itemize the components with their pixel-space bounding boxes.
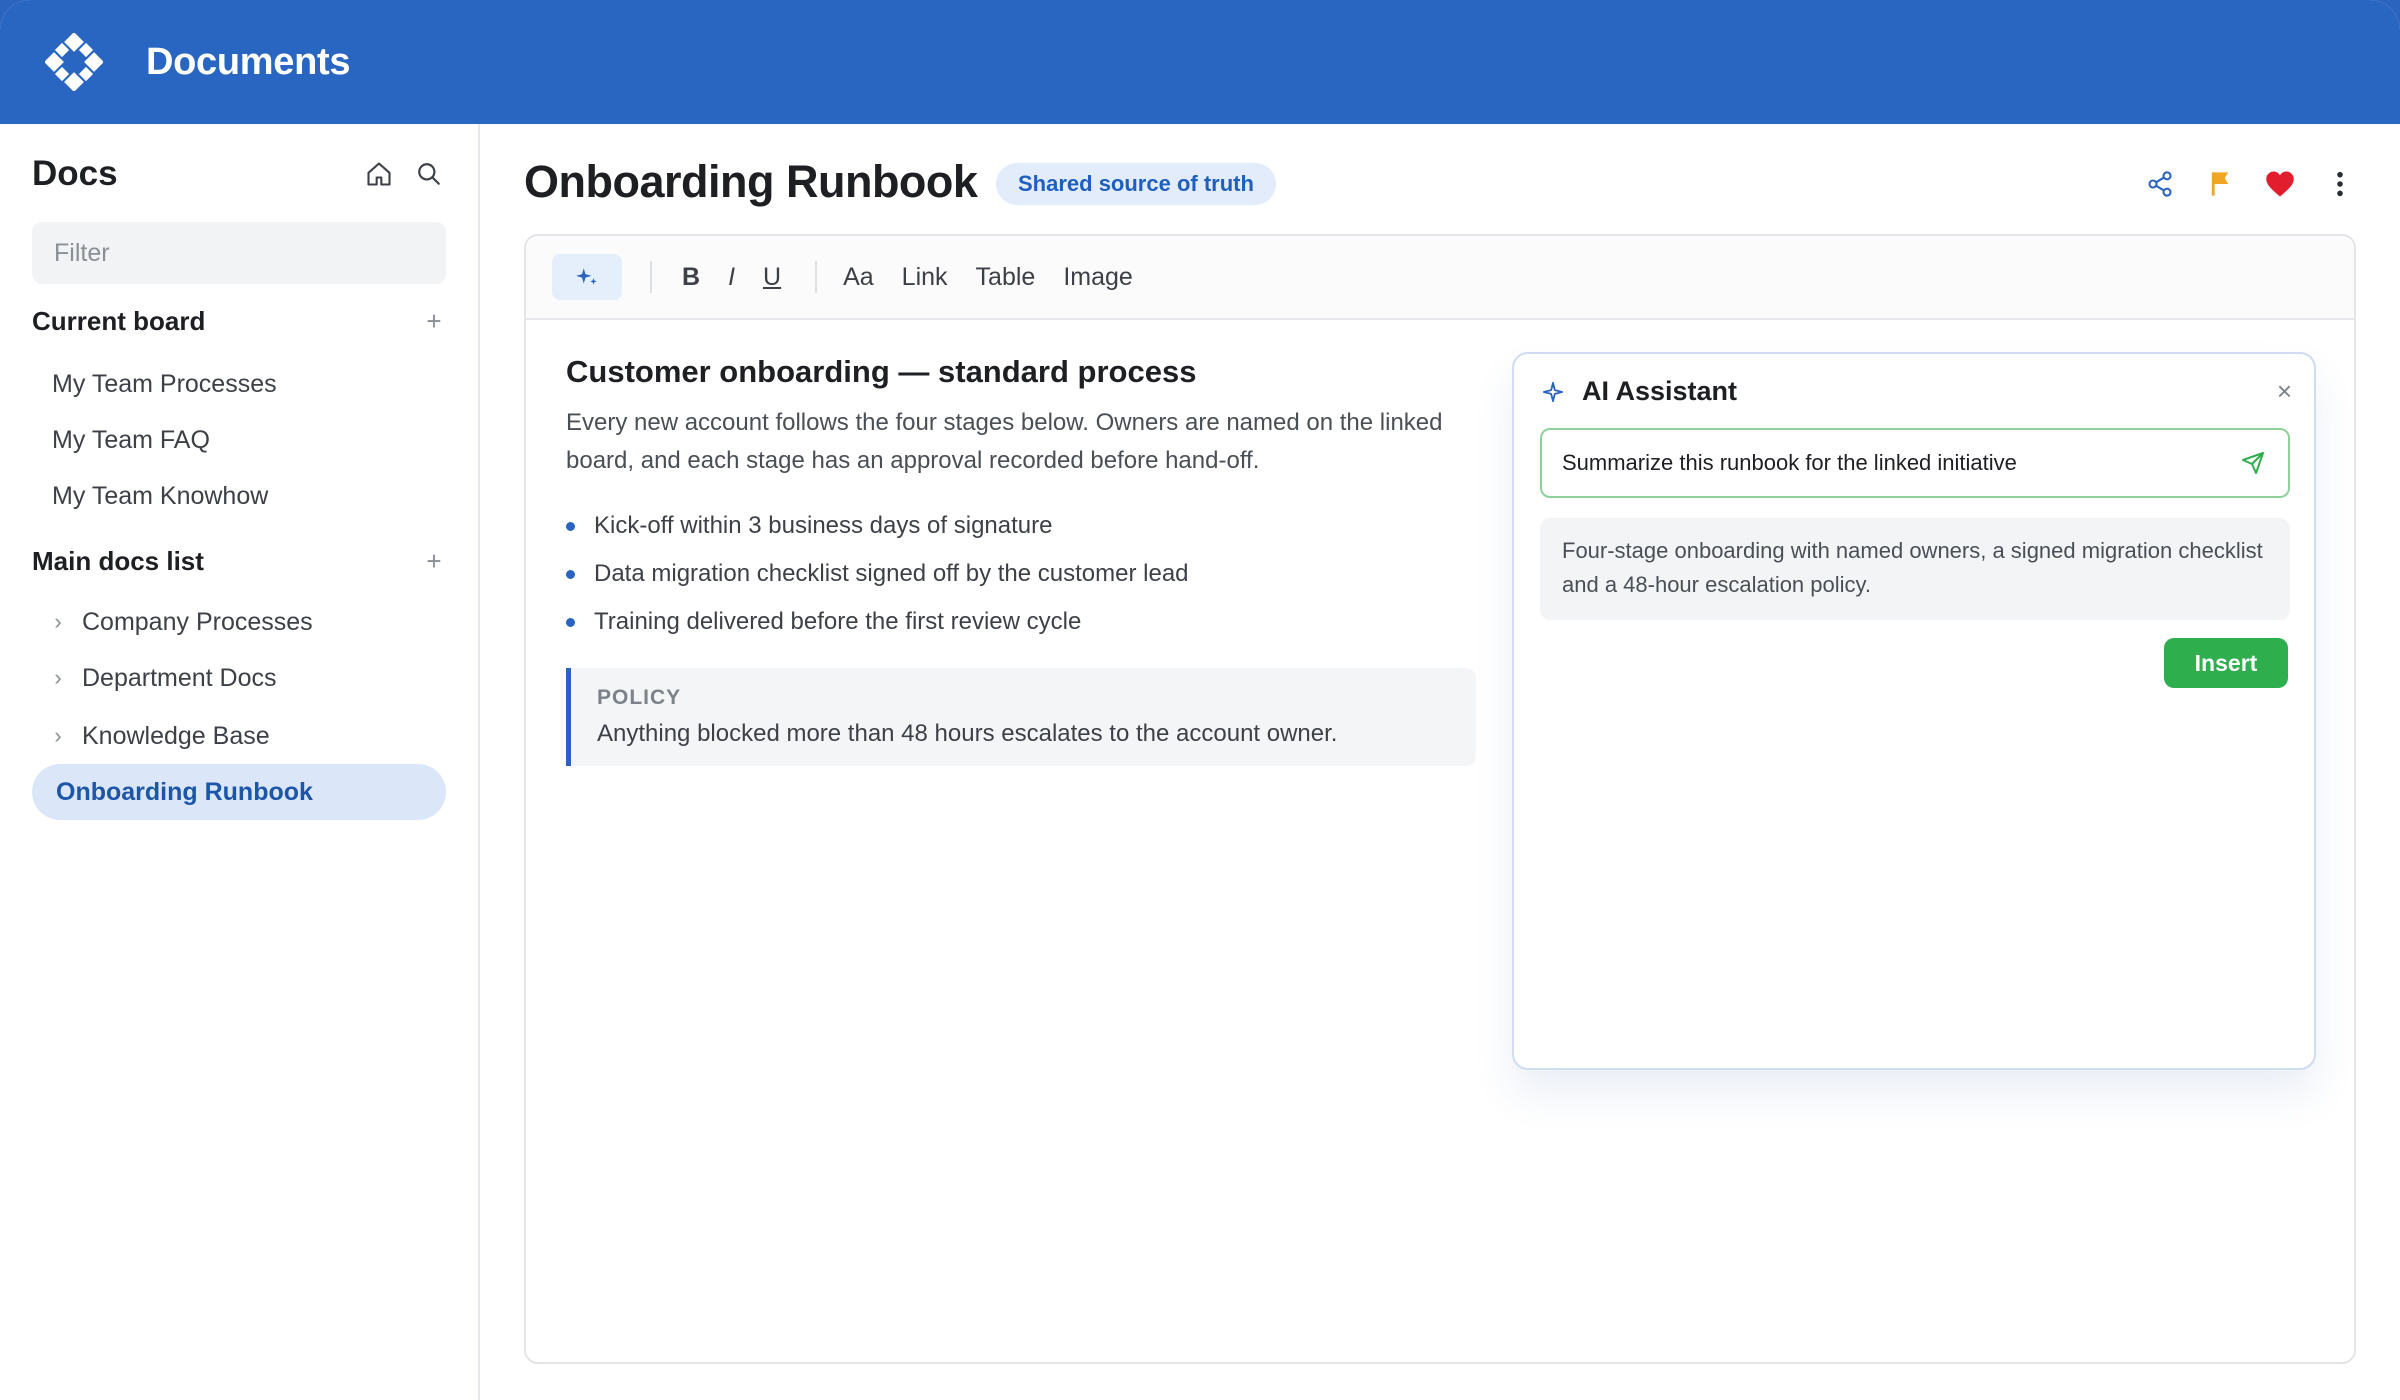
bold-button[interactable]: B — [668, 263, 714, 292]
page-title: Onboarding Runbook — [524, 156, 978, 207]
italic-button[interactable]: I — [714, 263, 749, 292]
add-to-current-board-icon[interactable]: + — [422, 306, 446, 337]
document-actions — [2120, 164, 2360, 204]
sidebar-item-my-team-faq[interactable]: My Team FAQ — [32, 412, 446, 468]
list-item: Kick-off within 3 business days of signa… — [566, 502, 1476, 550]
sidebar-item-label: My Team Processes — [52, 369, 277, 398]
more-options-icon[interactable] — [2320, 164, 2360, 204]
document-editor[interactable]: B I U Aa Link Table Image Customer onboa… — [524, 234, 2356, 1364]
intro-paragraph: Every new account follows the four stage… — [566, 409, 1443, 474]
sidebar-item-knowledge-base[interactable]: › Knowledge Base — [32, 708, 446, 764]
ai-assistant-header: AI Assistant × — [1542, 376, 2292, 407]
sidebar-header: Docs — [32, 154, 446, 194]
sidebar-item-my-team-processes[interactable]: My Team Processes — [32, 356, 446, 412]
list-item: Training delivered before the first revi… — [566, 598, 1476, 646]
sparkle-icon — [576, 268, 597, 285]
add-to-main-docs-icon[interactable]: + — [422, 546, 446, 577]
toolbar-divider — [815, 261, 818, 293]
policy-text: Anything blocked more than 48 hours esca… — [597, 720, 1338, 747]
ai-response: Four-stage onboarding with named owners,… — [1540, 518, 2290, 620]
ai-sparkle-button[interactable] — [552, 254, 622, 300]
chevron-right-icon[interactable]: › — [46, 723, 70, 749]
sidebar-item-company-processes[interactable]: › Company Processes — [32, 594, 446, 650]
app-title: Documents — [146, 40, 351, 83]
insert-image-button[interactable]: Image — [1049, 263, 1146, 292]
app-logo-icon[interactable] — [44, 32, 104, 92]
underline-button[interactable]: U — [749, 263, 795, 292]
share-icon[interactable] — [2140, 164, 2180, 204]
search-icon[interactable] — [412, 157, 446, 191]
sidebar-item-label: Knowledge Base — [82, 721, 270, 750]
document-content[interactable]: Customer onboarding — standard process E… — [566, 354, 1476, 766]
insert-table-button[interactable]: Table — [962, 263, 1050, 292]
ai-prompt-input[interactable]: Summarize this runbook for the linked in… — [1540, 428, 2290, 498]
sparkle-icon — [1542, 381, 1564, 402]
flag-icon[interactable] — [2200, 164, 2240, 204]
main-docs-title: Main docs list — [32, 546, 204, 576]
heart-icon[interactable] — [2260, 164, 2300, 204]
chevron-right-icon[interactable]: › — [46, 665, 70, 691]
filter-input[interactable] — [32, 222, 446, 284]
status-badge: Shared source of truth — [996, 163, 1276, 205]
list-item: Data migration checklist signed off by t… — [566, 550, 1476, 598]
toolbar-divider — [650, 261, 652, 293]
insert-button[interactable]: Insert — [2164, 638, 2288, 688]
top-bar: Documents — [0, 0, 2400, 124]
sidebar: Docs Current board + My Team Processes M… — [0, 124, 480, 1400]
app-window: Documents Docs Current board + My Team P… — [0, 0, 2400, 1400]
insert-link-button[interactable]: Link — [888, 263, 962, 292]
ai-assistant-panel: AI Assistant × Summarize this runbook fo… — [1512, 352, 2316, 1070]
sidebar-item-label: Department Docs — [82, 663, 277, 692]
ai-assistant-title: AI Assistant — [1582, 376, 1738, 406]
sidebar-item-label: Onboarding Runbook — [56, 777, 313, 806]
sidebar-item-onboarding-runbook[interactable]: Onboarding Runbook — [32, 764, 446, 820]
policy-callout: POLICY Anything blocked more than 48 hou… — [566, 668, 1476, 766]
sidebar-title: Docs — [32, 154, 118, 193]
ai-prompt-text[interactable]: Summarize this runbook for the linked in… — [1562, 450, 2238, 476]
bullet-list: Kick-off within 3 business days of signa… — [566, 502, 1476, 646]
text-style-button[interactable]: Aa — [829, 263, 888, 292]
current-board-title: Current board — [32, 306, 206, 336]
chevron-right-icon[interactable]: › — [46, 609, 70, 635]
current-board-header: Current board + — [32, 306, 446, 337]
close-icon[interactable]: × — [2277, 376, 2292, 407]
main-docs-header: Main docs list + — [32, 546, 446, 577]
editor-toolbar: B I U Aa Link Table Image — [526, 236, 2354, 320]
section-heading: Customer onboarding — standard process — [566, 354, 1197, 389]
home-icon[interactable] — [362, 157, 396, 191]
send-icon[interactable] — [2238, 448, 2268, 478]
sidebar-item-label: Company Processes — [82, 607, 313, 636]
sidebar-item-label: My Team Knowhow — [52, 481, 269, 510]
sidebar-item-label: My Team FAQ — [52, 425, 210, 454]
policy-label: POLICY — [597, 686, 682, 709]
sidebar-item-department-docs[interactable]: › Department Docs — [32, 650, 446, 706]
sidebar-item-my-team-knowhow[interactable]: My Team Knowhow — [32, 468, 446, 524]
